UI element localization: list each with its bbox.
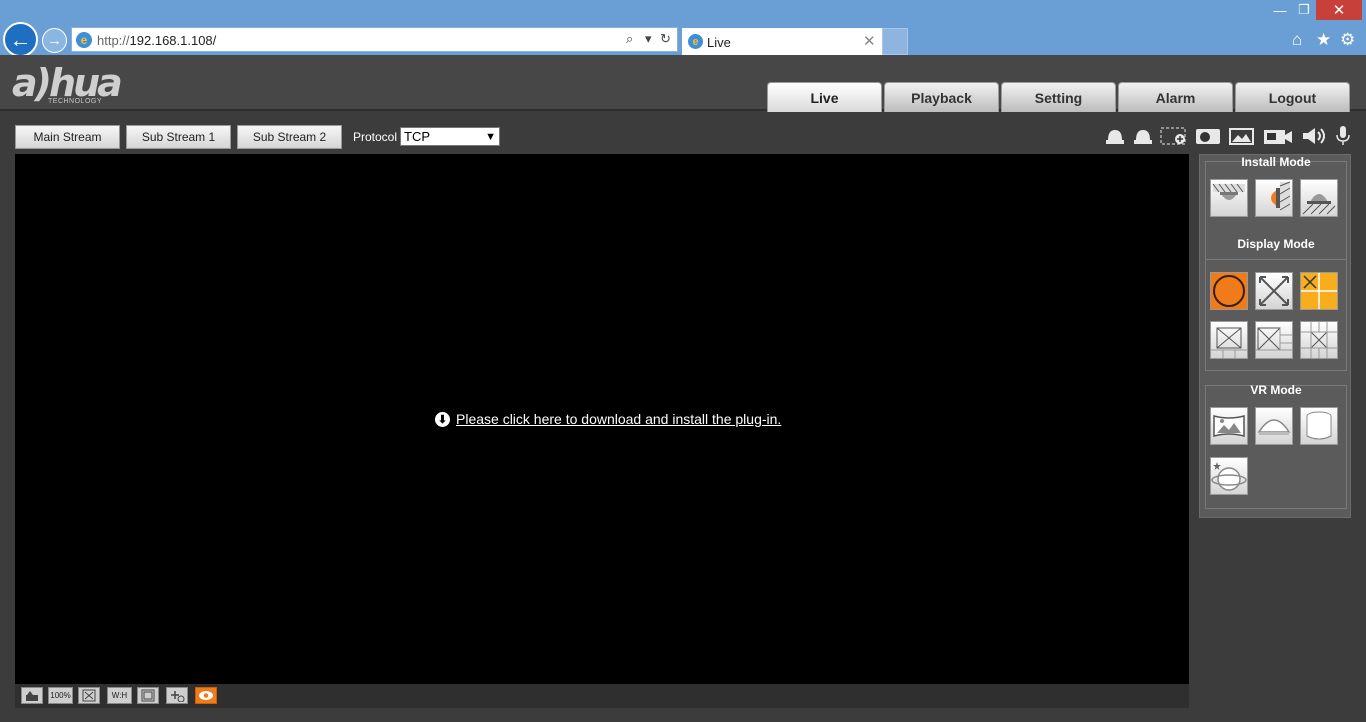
- tab-alarm[interactable]: Alarm: [1118, 82, 1233, 112]
- fisheye-panel: Install Mode Display Mode VR Mode: [1199, 154, 1351, 518]
- plugin-download-text[interactable]: Please click here to download and instal…: [456, 411, 781, 427]
- original-view-button[interactable]: [1210, 272, 1248, 310]
- close-window-icon[interactable]: ✕: [1316, 0, 1362, 20]
- tab-playback[interactable]: Playback: [884, 82, 999, 112]
- minimize-icon[interactable]: —: [1268, 0, 1292, 20]
- tab-ie-icon: e: [688, 34, 703, 49]
- tab-logout[interactable]: Logout: [1235, 82, 1350, 112]
- fit-window-icon[interactable]: [78, 687, 100, 704]
- quad-view-button[interactable]: [1300, 272, 1338, 310]
- triple-snapshot-icon[interactable]: [1229, 125, 1255, 147]
- gear-icon[interactable]: ⚙: [1340, 30, 1355, 50]
- digital-zoom-icon[interactable]: [1159, 125, 1189, 147]
- home-icon[interactable]: ⌂: [1292, 30, 1302, 50]
- dropdown-icon[interactable]: ▾: [645, 31, 652, 47]
- sub-stream-2-button[interactable]: Sub Stream 2: [237, 125, 342, 149]
- layout-1p6-button[interactable]: [1300, 321, 1338, 359]
- layout-1p4-button[interactable]: [1255, 321, 1293, 359]
- url-text[interactable]: http://192.168.1.108/: [97, 33, 216, 48]
- browser-tab[interactable]: e Live ✕: [682, 28, 882, 55]
- back-icon[interactable]: ←: [3, 22, 38, 57]
- layout-1p3-button[interactable]: [1210, 321, 1248, 359]
- address-bar[interactable]: e http://192.168.1.108/ ⌕ ▾ ↻: [71, 27, 678, 52]
- display-mode-title: Display Mode: [1237, 237, 1315, 251]
- original-size-button[interactable]: 100%: [48, 687, 73, 704]
- vr-hemisphere-button[interactable]: [1255, 407, 1293, 445]
- eye-view-icon[interactable]: [195, 687, 217, 704]
- microphone-icon[interactable]: [1334, 125, 1352, 147]
- ie-icon: e: [76, 32, 92, 48]
- star-icon[interactable]: ★: [1316, 30, 1331, 50]
- video-toolbar: 100% W:H: [15, 684, 1189, 708]
- image-adjust-icon[interactable]: [21, 687, 43, 704]
- wall-mount-button[interactable]: [1255, 179, 1293, 217]
- plugin-download-link[interactable]: ⬇ Please click here to download and inst…: [435, 411, 781, 427]
- search-icon[interactable]: ⌕: [626, 31, 633, 47]
- browser-chrome: ← → e http://192.168.1.108/ ⌕ ▾ ↻ e Live…: [0, 0, 1366, 57]
- tab-live[interactable]: Live: [767, 82, 882, 112]
- tab-setting[interactable]: Setting: [1001, 82, 1116, 112]
- dahua-logo: a)hua TECHNOLOGY: [12, 61, 123, 105]
- protocol-select[interactable]: TCP ▼: [400, 127, 500, 146]
- protocol-label: Protocol: [353, 130, 398, 144]
- tab-title: Live: [707, 35, 731, 50]
- aspect-ratio-button[interactable]: W:H: [107, 687, 132, 704]
- divider: [1206, 259, 1346, 260]
- restore-icon[interactable]: ❐: [1292, 0, 1316, 20]
- audio-icon[interactable]: [1300, 125, 1328, 147]
- record-icon[interactable]: [1262, 125, 1294, 147]
- ground-mount-button[interactable]: [1300, 179, 1338, 217]
- install-mode-title: Install Mode: [1241, 155, 1311, 169]
- forward-icon[interactable]: →: [42, 28, 67, 53]
- ptz-rules-icon[interactable]: [166, 687, 188, 704]
- alarm-output-2-icon[interactable]: [1132, 125, 1154, 147]
- vr-panorama-button[interactable]: [1210, 407, 1248, 445]
- ceiling-mount-button[interactable]: [1210, 179, 1248, 217]
- close-tab-icon[interactable]: ✕: [863, 32, 876, 50]
- app-header: a)hua TECHNOLOGY Live Playback Setting A…: [0, 55, 1366, 112]
- fullscreen-icon[interactable]: [137, 687, 159, 704]
- refresh-icon[interactable]: ↻: [660, 31, 671, 47]
- sub-stream-1-button[interactable]: Sub Stream 1: [126, 125, 231, 149]
- page-root: ← → e http://192.168.1.108/ ⌕ ▾ ↻ e Live…: [0, 0, 1366, 722]
- main-stream-button[interactable]: Main Stream: [15, 125, 120, 149]
- vr-mode-title: VR Mode: [1250, 383, 1302, 397]
- panorama-view-button[interactable]: [1255, 272, 1293, 310]
- vr-cylinder-button[interactable]: [1300, 407, 1338, 445]
- snapshot-icon[interactable]: [1194, 125, 1222, 147]
- vr-planet-button[interactable]: [1210, 457, 1248, 495]
- download-icon: ⬇: [435, 411, 450, 427]
- new-tab-button[interactable]: [882, 28, 908, 55]
- alarm-output-1-icon[interactable]: [1104, 125, 1126, 147]
- video-area[interactable]: ⬇ Please click here to download and inst…: [15, 154, 1189, 684]
